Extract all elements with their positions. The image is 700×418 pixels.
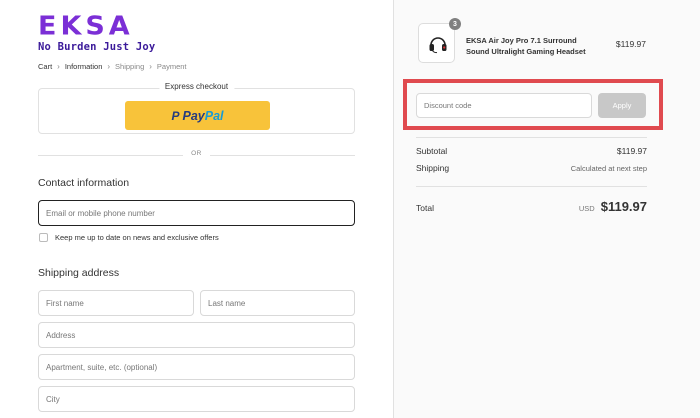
- divider-line: [210, 155, 355, 156]
- headset-icon: [429, 37, 447, 54]
- breadcrumb-shipping: Shipping: [115, 62, 145, 71]
- shipping-row: Shipping Calculated at next step: [416, 163, 647, 173]
- breadcrumb: Cart › Information › Shipping › Payment: [38, 62, 187, 71]
- subtotal-label: Subtotal: [416, 146, 448, 156]
- chevron-right-icon: ›: [107, 62, 111, 71]
- total-label: Total: [416, 203, 434, 213]
- apply-discount-button[interactable]: Apply: [598, 93, 646, 118]
- apartment-input[interactable]: Apartment, suite, etc. (optional): [38, 354, 355, 380]
- city-input[interactable]: City: [38, 386, 355, 412]
- discount-code-input[interactable]: Discount code: [416, 93, 592, 118]
- newsletter-checkbox[interactable]: [39, 233, 48, 242]
- logo-tagline: No Burden Just Joy: [38, 41, 156, 53]
- product-name: EKSA Air Joy Pro 7.1 Surround Sound Ultr…: [466, 36, 586, 56]
- breadcrumb-cart[interactable]: Cart: [38, 62, 52, 71]
- shipping-address-heading: Shipping address: [38, 267, 120, 279]
- shipping-label: Shipping: [416, 163, 450, 173]
- newsletter-row[interactable]: Keep me up to date on news and exclusive…: [39, 233, 219, 242]
- summary-divider: [416, 186, 647, 187]
- paypal-icon: P: [171, 108, 180, 123]
- first-name-input[interactable]: First name: [38, 290, 194, 316]
- address-input[interactable]: Address: [38, 322, 355, 348]
- or-divider: OR: [38, 150, 355, 162]
- subtotal-row: Subtotal $119.97: [416, 146, 647, 156]
- express-checkout: Express checkout P Pay Pal: [38, 82, 355, 134]
- total-currency: USD: [578, 204, 595, 213]
- newsletter-label: Keep me up to date on news and exclusive…: [55, 233, 219, 242]
- logo-wordmark: EKSA: [38, 11, 134, 42]
- product-price: $119.97: [615, 39, 646, 49]
- total-value: $119.97: [600, 199, 647, 214]
- checkout-main: EKSA No Burden Just Joy Cart › Informati…: [0, 0, 393, 418]
- product-thumbnail: [418, 23, 455, 63]
- breadcrumb-payment: Payment: [156, 62, 187, 71]
- summary-divider: [416, 137, 647, 138]
- email-input[interactable]: Email or mobile phone number: [38, 200, 355, 226]
- paypal-logo-pay: Pay: [182, 108, 205, 123]
- express-checkout-title: Express checkout: [158, 82, 235, 91]
- subtotal-value: $119.97: [616, 146, 647, 156]
- chevron-right-icon: ›: [57, 62, 60, 71]
- shipping-value: Calculated at next step: [570, 164, 647, 173]
- or-label: OR: [191, 150, 202, 157]
- paypal-logo-pal: Pal: [204, 108, 224, 123]
- contact-heading: Contact information: [38, 177, 130, 189]
- total-amount-group: USD $119.97: [579, 199, 647, 214]
- divider-line: [38, 155, 183, 156]
- quantity-badge: 3: [449, 18, 461, 30]
- total-row: Total USD $119.97: [416, 199, 647, 214]
- brand-logo[interactable]: EKSA No Burden Just Joy: [38, 14, 155, 53]
- paypal-button[interactable]: P Pay Pal: [125, 101, 270, 130]
- last-name-input[interactable]: Last name: [200, 290, 355, 316]
- chevron-right-icon: ›: [149, 62, 152, 71]
- breadcrumb-information: Information: [64, 62, 103, 71]
